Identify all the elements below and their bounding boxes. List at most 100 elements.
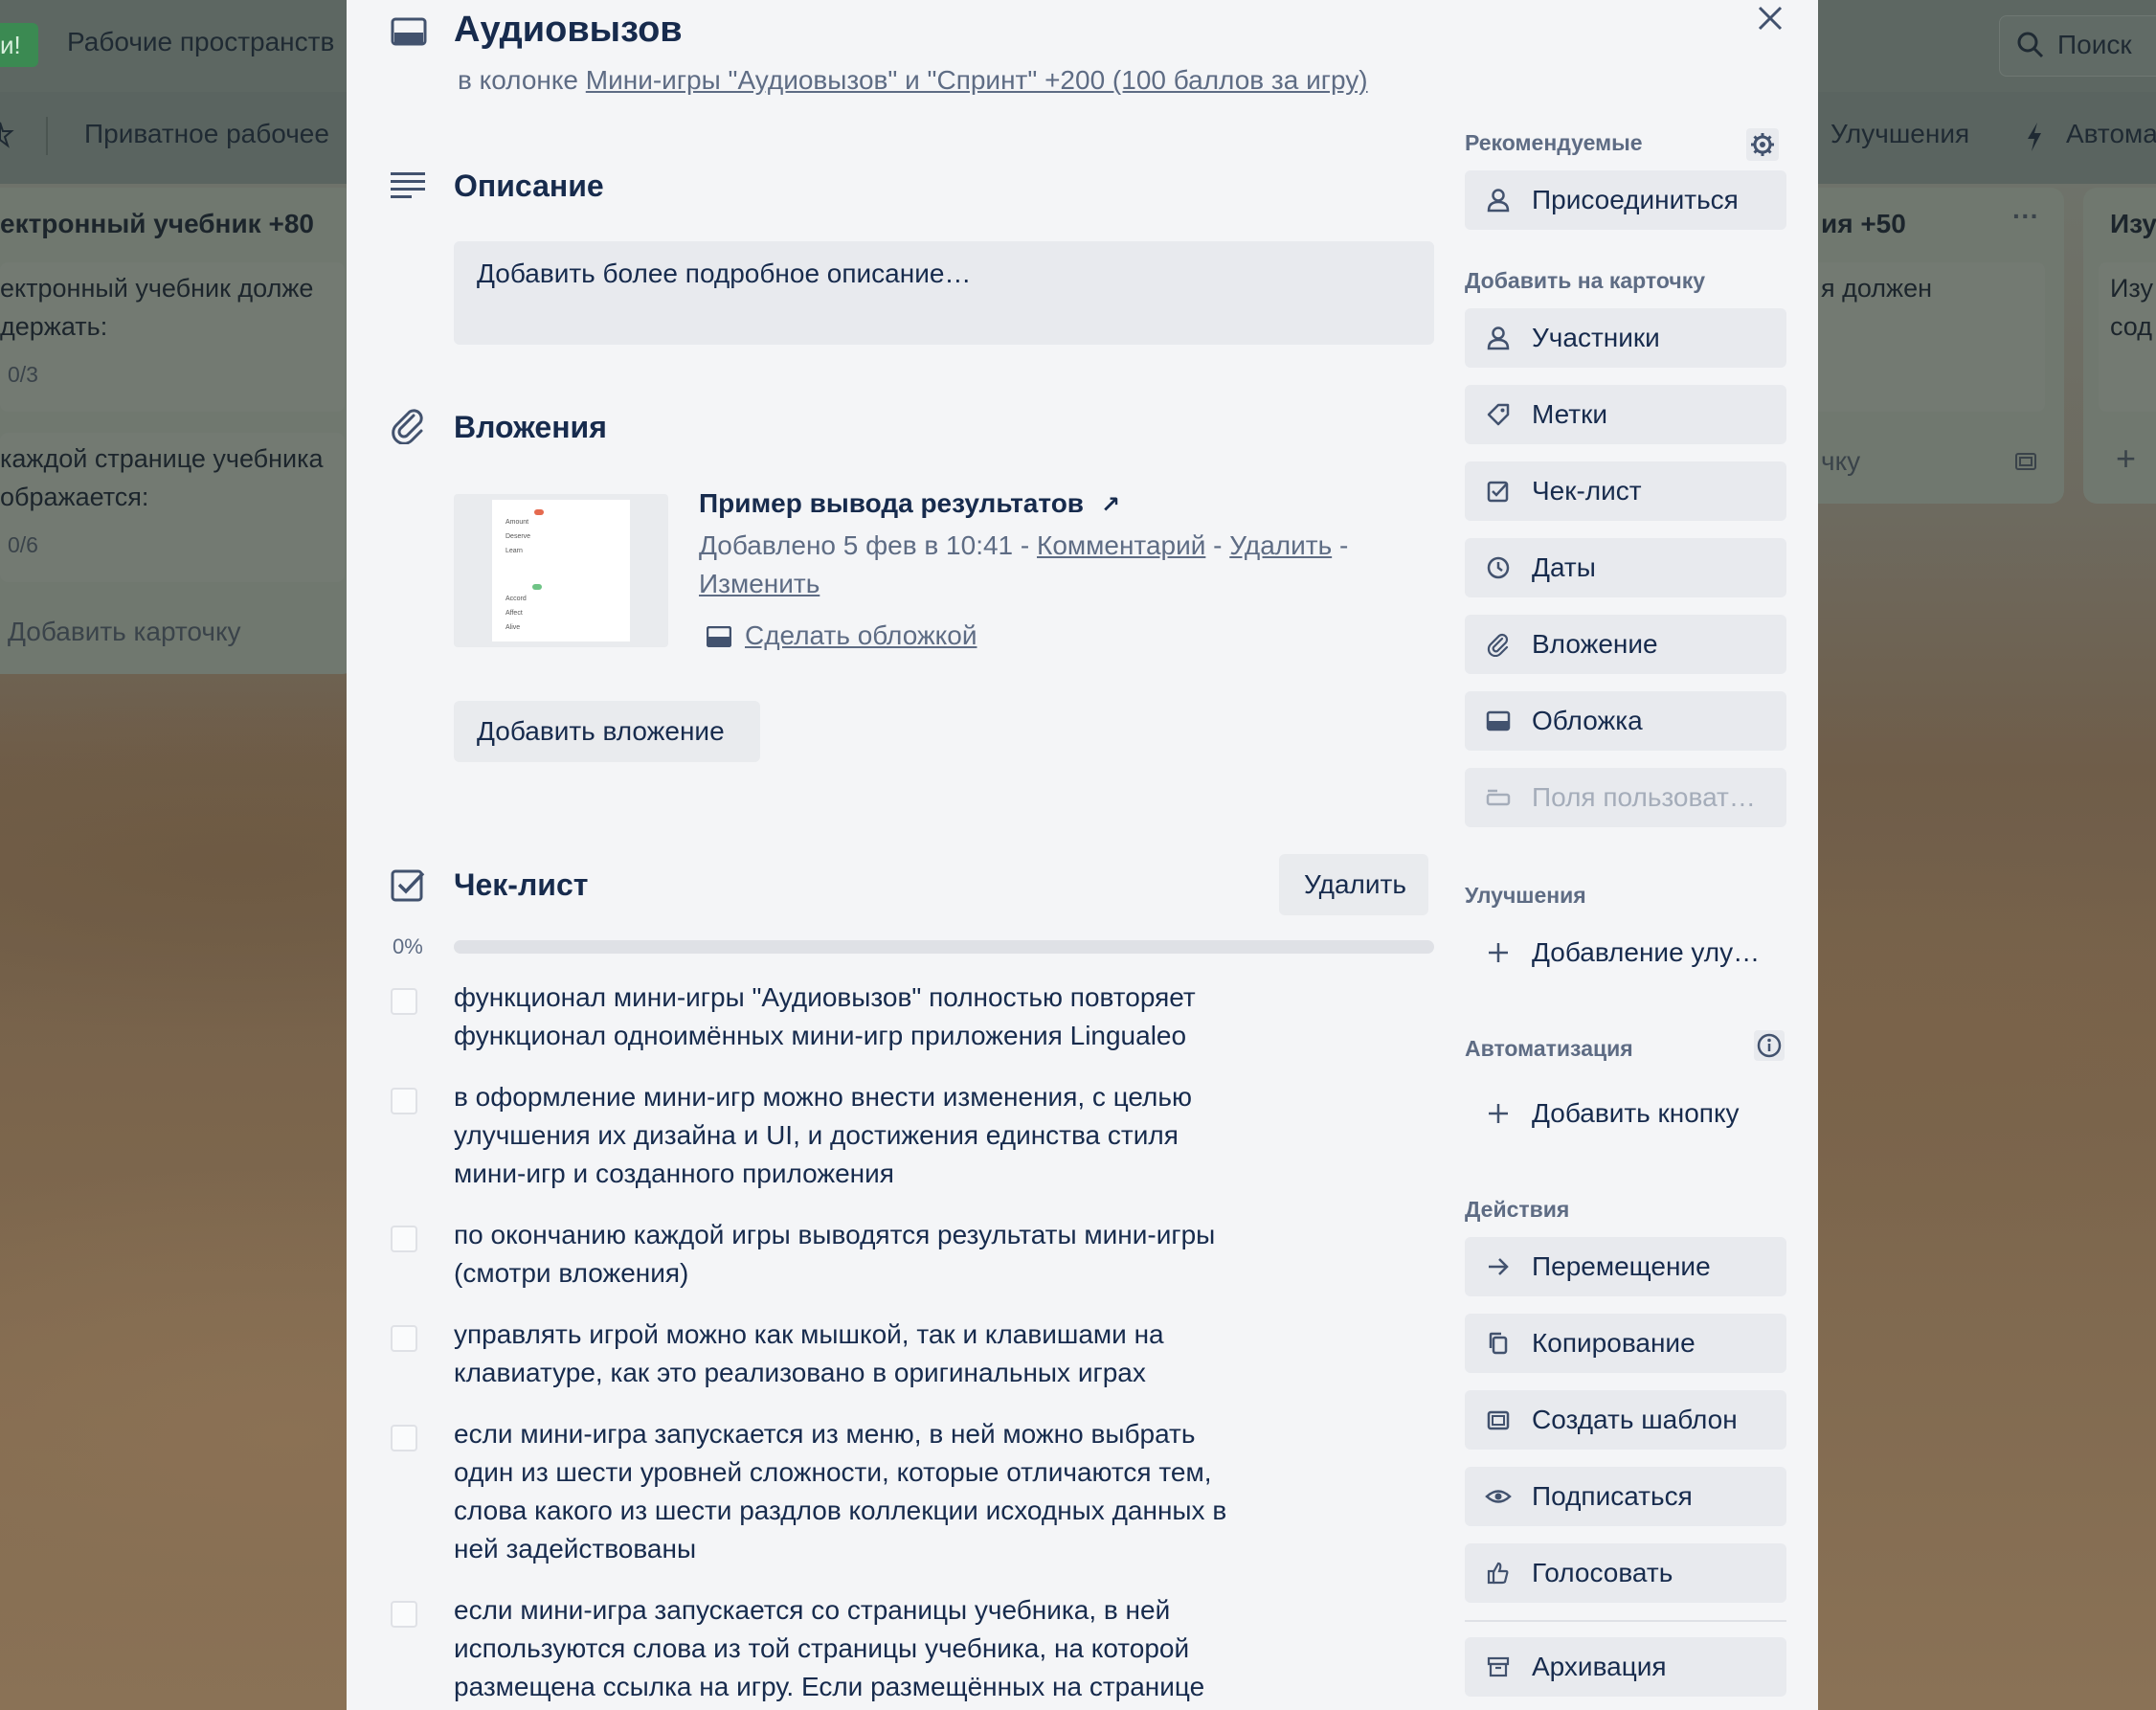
- join-button[interactable]: Присоединиться: [1465, 170, 1786, 230]
- checklist-checkbox[interactable]: [391, 1325, 417, 1352]
- close-icon[interactable]: [1756, 4, 1785, 33]
- item-line: один из шести уровней сложности, которые…: [454, 1457, 1212, 1487]
- attachment-thumbnail[interactable]: Amount Deserve Learn Accord Affect Alive: [454, 494, 668, 647]
- vote-button[interactable]: Голосовать: [1465, 1543, 1786, 1603]
- item-line: в оформление мини-игр можно внести измен…: [454, 1082, 1192, 1112]
- checklist-checkbox[interactable]: [391, 1088, 417, 1114]
- make-cover-link[interactable]: Сделать обложкой: [745, 620, 977, 651]
- attachment-name[interactable]: Пример вывода результатов ↗: [699, 488, 1120, 519]
- checklist-item-text[interactable]: по окончанию каждой игры выводятся резул…: [454, 1216, 1296, 1293]
- add-powerup-button[interactable]: Добавление улу…: [1465, 923, 1786, 982]
- delete-checklist-button[interactable]: Удалить: [1279, 854, 1428, 915]
- card-icon: [391, 17, 427, 46]
- checklist-checkbox[interactable]: [391, 1601, 417, 1628]
- item-line: мини-игр и созданного приложения: [454, 1159, 894, 1188]
- list-title: Изу: [2110, 209, 2156, 238]
- create-button[interactable]: и!: [0, 23, 38, 67]
- item-line: (смотри вложения): [454, 1258, 689, 1288]
- item-line: если мини-игра запускается со страницы у…: [454, 1595, 1171, 1625]
- arrow-right-icon: [1484, 1252, 1513, 1281]
- attachment-meta: Добавлено 5 фев в 10:41 - Комментарий - …: [699, 527, 1369, 603]
- star-icon[interactable]: [0, 121, 17, 149]
- info-icon[interactable]: [1754, 1030, 1785, 1061]
- vote-label: Голосовать: [1532, 1558, 1673, 1587]
- checklist-item-text[interactable]: в оформление мини-игр можно внести измен…: [454, 1078, 1296, 1193]
- checklist-item-text[interactable]: если мини-игра запускается из меню, в не…: [454, 1415, 1296, 1568]
- divider: [1465, 1620, 1786, 1622]
- attachment-delete-link[interactable]: Удалить: [1229, 530, 1332, 560]
- person-icon: [1484, 324, 1513, 352]
- description-heading: Описание: [454, 169, 604, 203]
- in-column-prefix: в колонке: [458, 65, 578, 95]
- list-menu-icon[interactable]: ···: [2012, 201, 2039, 232]
- add-card-button[interactable]: Добавить карточку: [8, 617, 241, 647]
- list-card[interactable]: каждой странице учебника ображается: 0/6: [0, 433, 345, 582]
- gear-icon[interactable]: [1746, 128, 1779, 161]
- description-editor[interactable]: Добавить более подробное описание…: [454, 241, 1434, 345]
- item-line: улучшения их дизайна и UI, и достижения …: [454, 1120, 1179, 1150]
- move-button[interactable]: Перемещение: [1465, 1237, 1786, 1296]
- paperclip-icon: [1484, 630, 1513, 659]
- card-text: каждой странице учебника: [0, 444, 324, 473]
- checklist-checkbox[interactable]: [391, 988, 417, 1015]
- checklist-checkbox[interactable]: [391, 1425, 417, 1451]
- members-button[interactable]: Участники: [1465, 308, 1786, 368]
- add-automation-button[interactable]: Добавить кнопку: [1465, 1084, 1786, 1143]
- archive-button[interactable]: Архивация: [1465, 1637, 1786, 1697]
- card-text: ображается:: [0, 483, 149, 511]
- watch-button[interactable]: Подписаться: [1465, 1467, 1786, 1526]
- item-line: функционал одноимённых мини-игр приложен…: [454, 1021, 1187, 1050]
- cover-icon: [1484, 707, 1513, 735]
- recommended-heading: Рекомендуемые: [1465, 130, 1643, 155]
- make-template-button[interactable]: Создать шаблон: [1465, 1390, 1786, 1450]
- attachment-comment-link[interactable]: Комментарий: [1037, 530, 1205, 560]
- custom-fields-button[interactable]: Поля пользоват…: [1465, 768, 1786, 827]
- checklist-item-text[interactable]: управлять игрой можно как мышкой, так и …: [454, 1316, 1296, 1392]
- item-line: клавиатуре, как это реализовано в оригин…: [454, 1358, 1146, 1387]
- external-link-icon[interactable]: ↗: [1101, 492, 1120, 518]
- thumb-word: Learn: [505, 548, 523, 554]
- clock-icon: [1484, 553, 1513, 582]
- cover-button[interactable]: Обложка: [1465, 691, 1786, 751]
- checklist-item-text[interactable]: если мини-игра запускается со страницы у…: [454, 1591, 1296, 1706]
- list-card[interactable]: Изу сод: [2099, 262, 2156, 412]
- add-attachment-button[interactable]: Добавить вложение: [454, 701, 760, 762]
- thumb-word: Affect: [505, 610, 523, 617]
- card-title[interactable]: Аудиовызов: [454, 10, 683, 51]
- list-card[interactable]: я должен: [1800, 262, 2045, 412]
- item-line: слова какого из шести раздлов коллекции …: [454, 1496, 1227, 1525]
- attachment-button[interactable]: Вложение: [1465, 615, 1786, 674]
- labels-button[interactable]: Метки: [1465, 385, 1786, 444]
- workspaces-menu[interactable]: Рабочие пространств: [67, 27, 334, 57]
- paperclip-icon: [392, 409, 423, 444]
- card-location: в колонке Мини-игры "Аудиовызов" и "Спри…: [458, 65, 1368, 96]
- checklist-checkbox[interactable]: [391, 1226, 417, 1252]
- column-link[interactable]: Мини-игры "Аудиовызов" и "Спринт" +200 (…: [586, 65, 1368, 95]
- search-box[interactable]: Поиск: [1999, 15, 2156, 77]
- list-card[interactable]: ектронный учебник долже держать: 0/3: [0, 262, 345, 412]
- thumb-word: Alive: [505, 624, 521, 631]
- item-line: ней задействованы: [454, 1534, 697, 1564]
- attachment-edit-link[interactable]: Изменить: [699, 569, 820, 598]
- person-icon: [1484, 186, 1513, 214]
- checklist-button[interactable]: Чек-лист: [1465, 461, 1786, 521]
- checkbox-icon: [1484, 477, 1513, 506]
- workspace-visibility-button[interactable]: Приватное рабочее: [84, 119, 329, 149]
- powerups-tab[interactable]: Улучшения: [1830, 119, 1969, 149]
- make-template-label: Создать шаблон: [1532, 1405, 1738, 1434]
- copy-button[interactable]: Копирование: [1465, 1314, 1786, 1373]
- add-card-button[interactable]: чку: [1821, 446, 1860, 477]
- card-text: я должен: [1821, 274, 1933, 303]
- checklist-item-text[interactable]: функционал мини-игры "Аудиовызов" полнос…: [454, 979, 1296, 1055]
- dates-button[interactable]: Даты: [1465, 538, 1786, 597]
- template-icon[interactable]: [2012, 448, 2039, 475]
- checklist-label: Чек-лист: [1532, 476, 1642, 506]
- board-list: ия +50 ··· я должен чку: [1800, 188, 2064, 504]
- thumbnail-preview: Amount Deserve Learn Accord Affect Alive: [492, 500, 630, 641]
- archive-icon: [1484, 1653, 1513, 1681]
- powerups-heading: Улучшения: [1465, 883, 1586, 908]
- automation-tab[interactable]: Автома: [2066, 119, 2156, 149]
- add-card-plus-icon[interactable]: +: [2116, 439, 2136, 479]
- thumb-word: Deserve: [505, 533, 531, 540]
- join-label: Присоединиться: [1532, 185, 1739, 214]
